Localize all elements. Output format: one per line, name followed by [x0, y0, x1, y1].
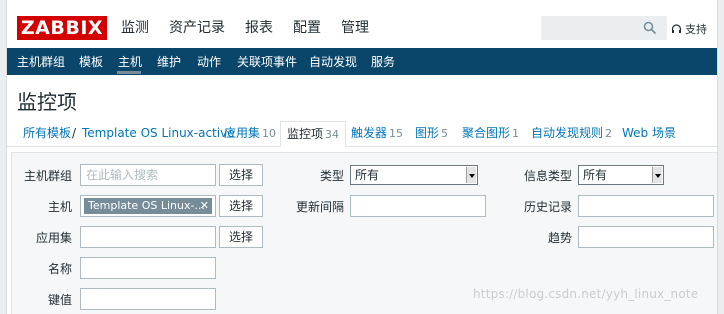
sub-navigation: 主机群组 模板 主机 维护 动作 关联项事件 自动发现 服务 — [7, 48, 717, 75]
host-chip-label: Template OS Linux-... — [88, 199, 205, 212]
trends-label: 趋势 — [547, 231, 572, 245]
subnav-maintenance[interactable]: 维护 — [157, 55, 181, 69]
breadcrumb-all-templates[interactable]: 所有模板 — [23, 126, 71, 140]
host-input[interactable]: Template OS Linux-... ✕ — [80, 195, 216, 217]
history-label: 历史记录 — [523, 200, 572, 214]
remove-chip-icon[interactable]: ✕ — [200, 198, 209, 214]
host-chip: Template OS Linux-... ✕ — [84, 198, 212, 214]
application-label: 应用集 — [35, 231, 72, 245]
tab-discovery-rules[interactable]: 自动发现规则 2 — [531, 126, 612, 141]
subnav-templates[interactable]: 模板 — [79, 55, 103, 69]
breadcrumb-template[interactable]: Template OS Linux-active — [82, 126, 235, 140]
watermark: https://blog.csdn.net/yyh_linux_note — [473, 287, 699, 301]
menu-reports[interactable]: 报表 — [245, 19, 273, 37]
history-input[interactable] — [578, 195, 714, 217]
zabbix-logo[interactable]: ZABBIX — [17, 16, 107, 40]
subnav-correlation[interactable]: 关联项事件 — [237, 55, 297, 69]
key-label: 键值 — [47, 293, 72, 307]
app-window: ZABBIX 监测 资产记录 报表 配置 管理 支持 主机群组 模板 主机 维护… — [6, 0, 718, 314]
chevron-down-icon — [466, 167, 476, 183]
chevron-down-icon — [652, 167, 662, 183]
menu-monitoring[interactable]: 监测 — [121, 19, 149, 37]
update-interval-label: 更新间隔 — [295, 200, 344, 214]
menu-inventory[interactable]: 资产记录 — [169, 19, 225, 37]
name-label: 名称 — [47, 262, 72, 276]
tab-applications[interactable]: 应用集 10 — [224, 126, 276, 141]
page-title: 监控项 — [17, 90, 77, 114]
menu-administration[interactable]: 管理 — [341, 19, 369, 37]
tab-web-scenarios[interactable]: Web 场景 — [622, 126, 678, 141]
tab-graphs[interactable]: 图形 5 — [415, 126, 448, 141]
application-input[interactable] — [80, 226, 216, 248]
tab-triggers[interactable]: 触发器 15 — [351, 126, 403, 141]
info-type-select[interactable]: 所有 — [578, 165, 664, 185]
support-link[interactable]: 支持 — [671, 21, 707, 37]
host-group-label: 主机群组 — [23, 169, 72, 183]
type-label: 类型 — [319, 169, 344, 183]
type-select-value: 所有 — [355, 168, 380, 182]
subnav-discovery[interactable]: 自动发现 — [309, 55, 357, 69]
trends-input[interactable] — [578, 226, 714, 248]
tab-items[interactable]: 监控项 34 — [280, 121, 347, 147]
info-type-label: 信息类型 — [523, 169, 572, 183]
support-label: 支持 — [685, 23, 707, 36]
key-input[interactable] — [80, 288, 216, 310]
tab-screens[interactable]: 聚合图形 1 — [462, 126, 519, 141]
main-menu: 监测 资产记录 报表 配置 管理 — [121, 19, 389, 37]
host-select-button[interactable]: 选择 — [219, 195, 263, 217]
subnav-services[interactable]: 服务 — [371, 55, 395, 69]
host-group-select-button[interactable]: 选择 — [219, 164, 263, 186]
subnav-hosts[interactable]: 主机 — [118, 55, 142, 69]
top-header: ZABBIX 监测 资产记录 报表 配置 管理 支持 — [7, 0, 717, 48]
update-interval-input[interactable] — [350, 195, 486, 217]
subnav-host-groups[interactable]: 主机群组 — [17, 55, 65, 69]
type-select[interactable]: 所有 — [350, 165, 478, 185]
menu-configuration[interactable]: 配置 — [293, 19, 321, 37]
subnav-active-indicator — [117, 71, 141, 74]
host-group-input[interactable]: 在此输入搜索 — [80, 164, 216, 186]
breadcrumb-separator: / — [72, 126, 77, 140]
headset-icon — [671, 23, 682, 33]
info-type-select-value: 所有 — [583, 168, 608, 182]
name-input[interactable] — [80, 257, 216, 279]
template-tabs: 所有模板 / Template OS Linux-active 应用集 10 监控… — [7, 121, 717, 147]
search-icon[interactable] — [643, 21, 657, 35]
subnav-actions[interactable]: 动作 — [197, 55, 221, 69]
host-label: 主机 — [47, 200, 72, 214]
application-select-button[interactable]: 选择 — [219, 226, 263, 248]
